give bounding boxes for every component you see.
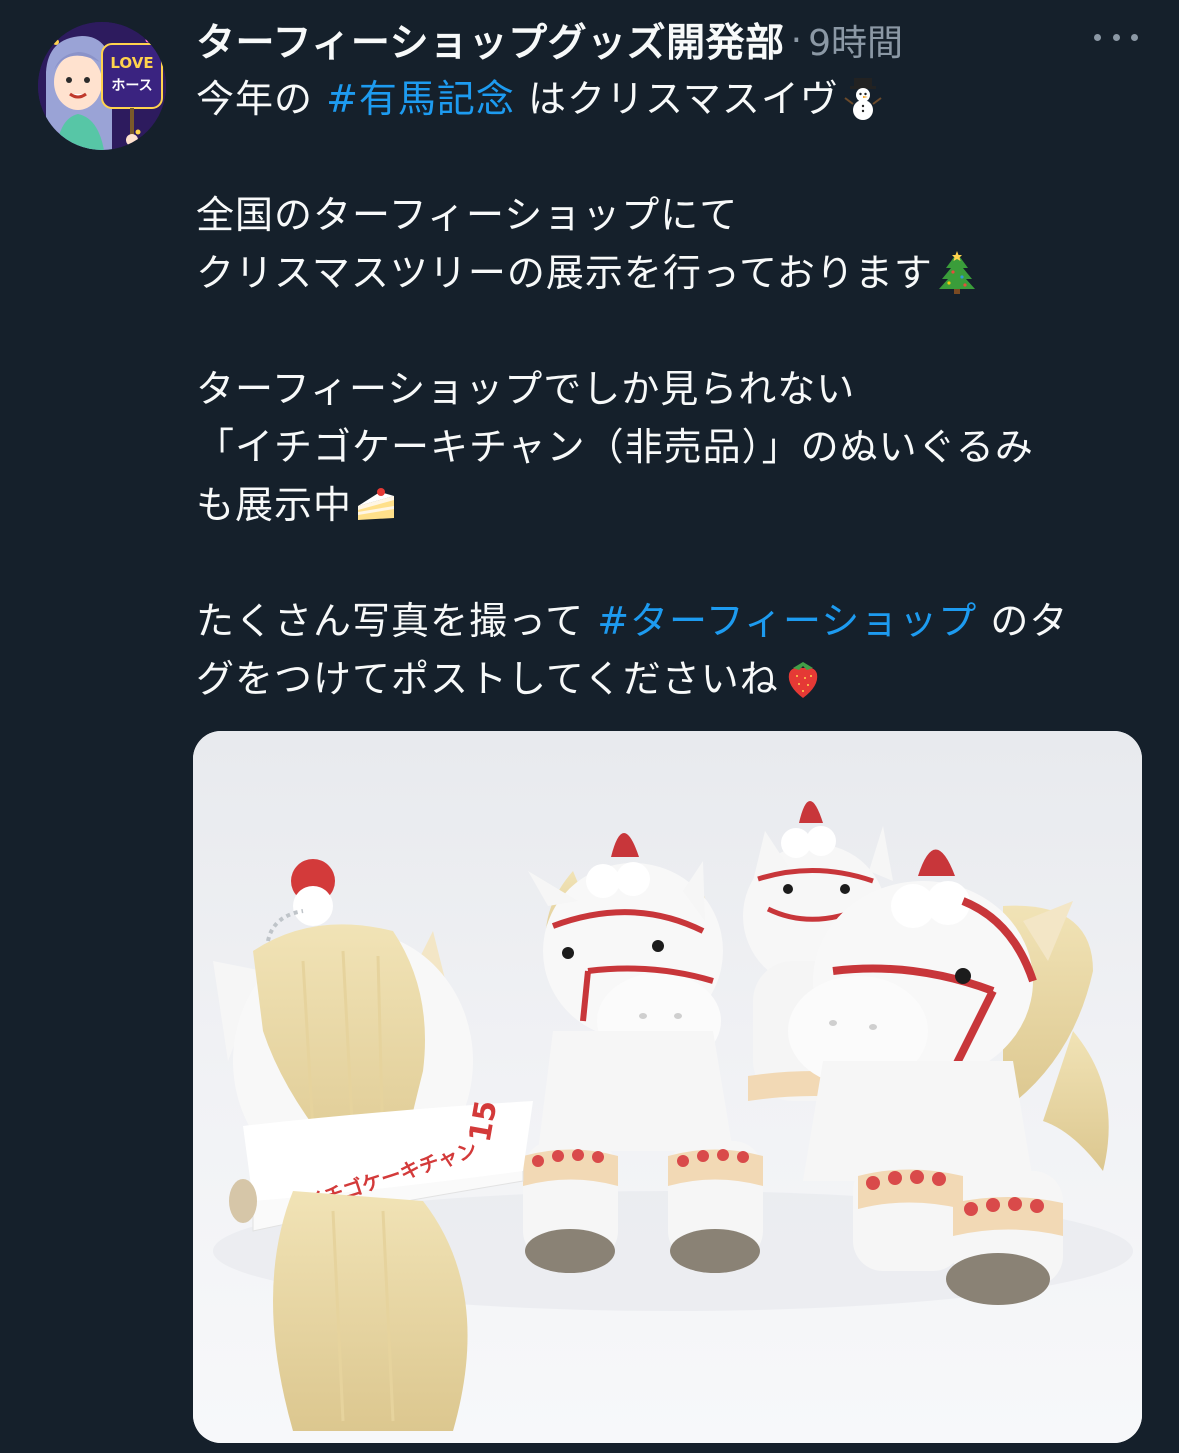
tweet-line-8-text: グをつけてポストしてくださいね	[196, 657, 779, 701]
avatar[interactable]: LOVE ホース	[38, 22, 166, 150]
tweet-line-6: も展示中	[196, 476, 1146, 534]
header-separator: ·	[790, 19, 803, 61]
tweet-line-2: 全国のターフィーショップにて	[196, 193, 739, 237]
author-display-name[interactable]: ターフィーショップグッズ開発部	[196, 12, 785, 68]
tweet-line-5: 「イチゴケーキチャン（非売品）」のぬいぐるみ	[196, 425, 1034, 469]
tweet-media-image[interactable]: イチゴケーキチャン 15	[193, 731, 1142, 1443]
tweet-line-3: クリスマスツリーの展示を行っております	[196, 244, 1146, 302]
avatar-sign-top: LOVE	[110, 54, 153, 72]
tweet-text: 今年の #有馬記念 はクリスマスイヴ 全国のターフィーショップにて クリスマスツ…	[196, 70, 1146, 708]
tweet-line-1-prefix: 今年の	[196, 77, 327, 121]
tweet-timestamp[interactable]: 9時間	[808, 14, 903, 66]
christmas-tree-emoji	[938, 251, 975, 294]
tweet-line-7-prefix: たくさん写真を撮って	[196, 599, 598, 643]
tweet-line-8: グをつけてポストしてくださいね	[196, 650, 1146, 708]
tweet-line-1-suffix: はクリスマスイヴ	[514, 77, 839, 121]
tweet-line-7: たくさん写真を撮って #ターフィーショップ のタ	[196, 592, 1146, 650]
snowman-emoji	[844, 78, 882, 120]
shortcake-emoji	[358, 488, 395, 520]
more-icon[interactable]	[1094, 26, 1138, 48]
tweet-line-6-text: も展示中	[196, 483, 353, 527]
hashtag-turfy-shop[interactable]: #ターフィーショップ	[597, 599, 977, 643]
tweet-header: ターフィーショップグッズ開発部 · 9時間	[196, 12, 903, 68]
strawberry-emoji	[788, 662, 817, 698]
tweet-line-1: 今年の #有馬記念 はクリスマスイヴ	[196, 70, 1146, 128]
avatar-sign-bottom: ホース	[111, 78, 152, 94]
tweet-line-3-text: クリスマスツリーの展示を行っております	[196, 251, 933, 295]
hashtag-arima-kinen[interactable]: #有馬記念	[326, 77, 515, 121]
tweet-line-7-suffix: のタ	[977, 599, 1069, 643]
sash-number: 15	[463, 1098, 505, 1145]
tweet-line-4: ターフィーショップでしか見られない	[196, 367, 856, 411]
